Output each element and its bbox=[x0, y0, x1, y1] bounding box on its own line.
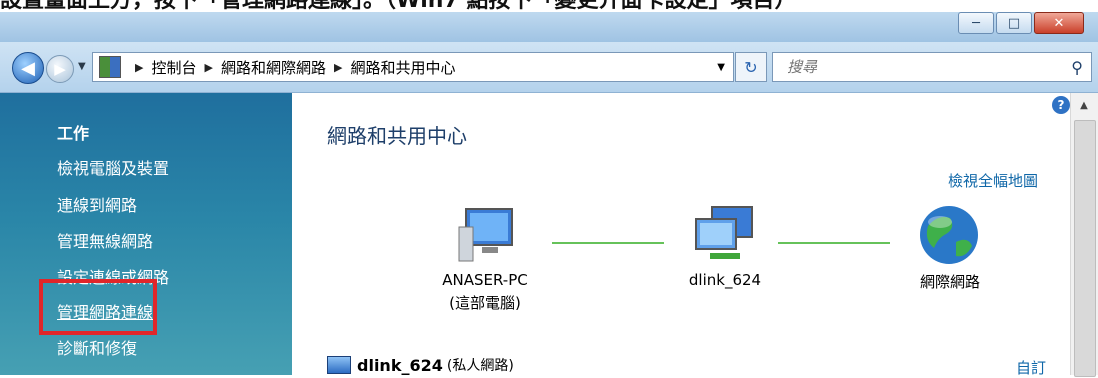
tasks-heading: 工作 bbox=[57, 124, 90, 143]
search-input[interactable] bbox=[785, 57, 1049, 77]
breadcrumb-network-sharing-center[interactable]: 網路和共用中心 bbox=[350, 57, 455, 78]
globe-icon[interactable] bbox=[916, 204, 982, 266]
address-toolbar: ◀ ▶ ▼ ▶ 控制台 ▶ 網路和網際網路 ▶ 網路和共用中心 ▼ ↻ ⚲ bbox=[0, 42, 1098, 93]
sidebar-item-manage-wireless[interactable]: 管理無線網路 bbox=[57, 228, 153, 252]
address-bar[interactable]: ▶ 控制台 ▶ 網路和網際網路 ▶ 網路和共用中心 ▼ bbox=[92, 52, 734, 82]
network-icon[interactable] bbox=[690, 205, 760, 265]
help-icon[interactable]: ? bbox=[1052, 96, 1070, 114]
computer-icon[interactable] bbox=[456, 205, 516, 265]
window-titlebar bbox=[0, 12, 1098, 42]
scroll-thumb[interactable] bbox=[1074, 120, 1096, 377]
address-dropdown-icon[interactable]: ▼ bbox=[717, 62, 725, 73]
connection-line bbox=[778, 242, 890, 244]
connection-line bbox=[552, 242, 664, 244]
history-dropdown-icon[interactable]: ▼ bbox=[78, 61, 86, 72]
back-arrow-icon[interactable]: ◀ bbox=[12, 52, 44, 84]
node-sublabel-pc: (這部電腦) bbox=[449, 294, 521, 312]
close-icon[interactable]: ✕ bbox=[1034, 12, 1084, 34]
search-box[interactable]: ⚲ bbox=[772, 52, 1092, 82]
highlight-box bbox=[39, 279, 157, 335]
node-label-internet: 網際網路 bbox=[919, 273, 980, 291]
breadcrumb-separator-icon[interactable]: ▶ bbox=[204, 61, 212, 74]
scroll-up-icon[interactable]: ▲ bbox=[1070, 100, 1098, 111]
control-panel-icon bbox=[99, 56, 121, 78]
page-title: 網路和共用中心 bbox=[327, 124, 467, 148]
breadcrumb-separator-icon[interactable]: ▶ bbox=[334, 61, 342, 74]
breadcrumb-separator-icon[interactable]: ▶ bbox=[135, 61, 143, 74]
network-name: dlink_624 bbox=[357, 355, 443, 375]
breadcrumb-control-panel[interactable]: 控制台 bbox=[151, 57, 196, 78]
search-icon[interactable]: ⚲ bbox=[1071, 58, 1083, 77]
node-label-router: dlink_624 bbox=[688, 271, 762, 289]
view-full-map-link[interactable]: 檢視全幅地圖 bbox=[948, 170, 1038, 191]
sidebar-item-connect[interactable]: 連線到網路 bbox=[57, 192, 137, 216]
forward-arrow-icon[interactable]: ▶ bbox=[46, 55, 74, 83]
minimize-icon[interactable]: ─ bbox=[958, 12, 994, 34]
sidebar-item-view-computers[interactable]: 檢視電腦及裝置 bbox=[57, 155, 169, 179]
refresh-icon[interactable]: ↻ bbox=[735, 52, 767, 82]
network-icon bbox=[327, 356, 351, 374]
window-controls: ─ □ ✕ bbox=[956, 12, 1084, 34]
network-row: dlink_624 (私人網路) bbox=[327, 355, 514, 375]
breadcrumb-network-internet[interactable]: 網路和網際網路 bbox=[221, 57, 326, 78]
maximize-icon[interactable]: □ bbox=[996, 12, 1032, 34]
node-label-pc: ANASER-PC bbox=[442, 271, 528, 289]
instruction-caption: 設置畫面上方，按下「管理網路連線」。（Win7 點按下「變更介面卡設定」項目） bbox=[0, 0, 1098, 12]
network-type: (私人網路) bbox=[446, 358, 514, 374]
sidebar-item-diagnose[interactable]: 診斷和修復 bbox=[57, 335, 137, 359]
